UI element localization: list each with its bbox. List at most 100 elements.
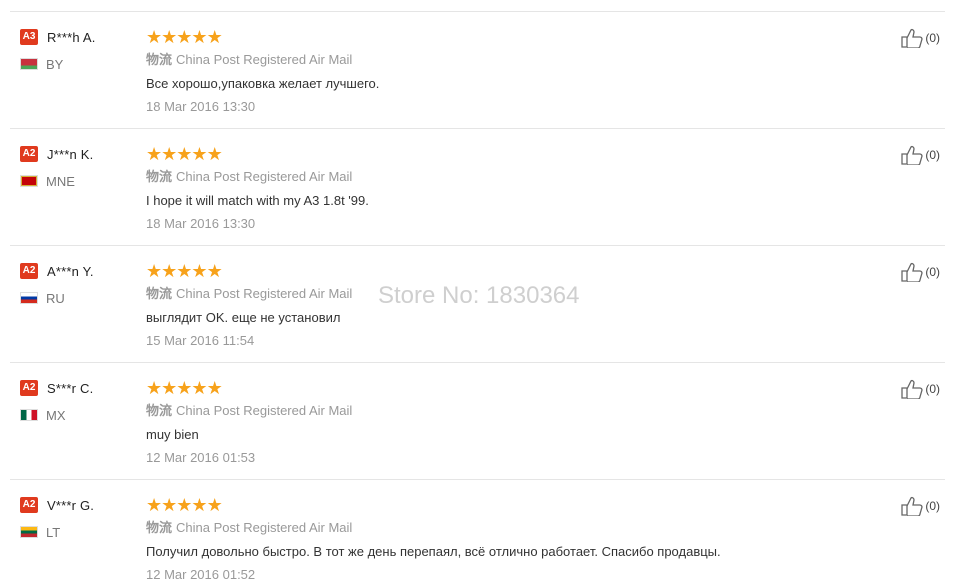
helpful-count: (0) xyxy=(925,265,940,279)
logistics-method: China Post Registered Air Mail xyxy=(176,403,353,418)
star-rating: ★ ★ ★ ★ ★ xyxy=(146,28,886,46)
star-rating: ★ ★ ★ ★ ★ xyxy=(146,145,886,163)
star-icon: ★ xyxy=(176,378,192,398)
logistics-method: China Post Registered Air Mail xyxy=(176,520,353,535)
review-date: 12 Mar 2016 01:52 xyxy=(146,567,256,582)
reviewer-name: A***n Y. xyxy=(47,263,94,279)
country-code: BY xyxy=(46,56,64,72)
reviewer-info: A3 R***h A. BY xyxy=(20,28,140,73)
star-icon: ★ xyxy=(161,261,177,281)
star-icon: ★ xyxy=(146,144,162,164)
logistics-method: China Post Registered Air Mail xyxy=(176,286,353,301)
reviewer-name: S***r C. xyxy=(47,380,94,396)
helpful-button[interactable]: (0) xyxy=(901,28,940,48)
star-rating: ★ ★ ★ ★ ★ xyxy=(146,496,886,514)
logistics-label: 物流 xyxy=(146,403,173,418)
country-flag-icon xyxy=(20,409,38,421)
star-icon: ★ xyxy=(176,495,192,515)
star-icon: ★ xyxy=(206,378,223,398)
helpful-button[interactable]: (0) xyxy=(901,496,940,516)
logistics-info: 物流 China Post Registered Air Mail xyxy=(146,168,886,186)
star-icon: ★ xyxy=(191,495,207,515)
star-icon: ★ xyxy=(146,27,162,47)
reviewer-info: A2 V***r G. LT xyxy=(20,496,140,541)
country-flag-icon xyxy=(20,292,38,304)
reviewer-info: A2 A***n Y. RU xyxy=(20,262,140,307)
star-icon: ★ xyxy=(146,261,162,281)
reviewer-info: A2 J***n K. MNE xyxy=(20,145,140,190)
review-date: 18 Mar 2016 13:30 xyxy=(146,99,256,114)
review-date: 12 Mar 2016 01:53 xyxy=(146,450,256,465)
star-rating: ★ ★ ★ ★ ★ xyxy=(146,379,886,397)
feedback-text: muy bien xyxy=(146,427,199,442)
buyer-level-badge: A2 xyxy=(20,380,38,396)
logistics-label: 物流 xyxy=(146,286,173,301)
country-code: MNE xyxy=(46,173,75,189)
logistics-method: China Post Registered Air Mail xyxy=(176,169,353,184)
star-icon: ★ xyxy=(161,495,177,515)
buyer-level-badge: A3 xyxy=(20,29,38,45)
star-icon: ★ xyxy=(161,378,177,398)
star-icon: ★ xyxy=(191,378,207,398)
helpful-button[interactable]: (0) xyxy=(901,379,940,399)
country-code: RU xyxy=(46,290,65,306)
thumbs-up-icon[interactable] xyxy=(901,496,923,516)
review-date: 15 Mar 2016 11:54 xyxy=(146,333,255,348)
feedback-text: Получил довольно быстро. В тот же день п… xyxy=(146,544,721,559)
star-icon: ★ xyxy=(146,378,162,398)
review-date: 18 Mar 2016 13:30 xyxy=(146,216,256,231)
buyer-level-badge: A2 xyxy=(20,146,38,162)
star-icon: ★ xyxy=(191,144,207,164)
country-flag-icon xyxy=(20,526,38,538)
review-body: ★ ★ ★ ★ ★ 物流 China Post Registered Air Mail П… xyxy=(146,496,886,584)
star-icon: ★ xyxy=(176,144,192,164)
helpful-button[interactable]: (0) xyxy=(901,262,940,282)
buyer-level-badge: A2 xyxy=(20,263,38,279)
feedback-text: Все хорошо,упаковка желает лучшего. xyxy=(146,76,380,91)
thumbs-up-icon[interactable] xyxy=(901,145,923,165)
logistics-info: 物流 China Post Registered Air Mail xyxy=(146,402,886,420)
thumbs-up-icon[interactable] xyxy=(901,28,923,48)
feedback-text: I hope it will match with my A3 1.8t '99… xyxy=(146,193,369,208)
review-body: ★ ★ ★ ★ ★ 物流 China Post Registered Air Mail В… xyxy=(146,28,886,116)
star-icon: ★ xyxy=(146,495,162,515)
country-flag-icon xyxy=(20,175,38,187)
star-icon: ★ xyxy=(191,27,207,47)
review-item: A2 J***n K. MNE ★ ★ ★ ★ ★ 物流 China Post Regis… xyxy=(10,129,945,246)
store-watermark: Store No: 1830364 xyxy=(378,282,580,309)
star-icon: ★ xyxy=(161,144,177,164)
star-icon: ★ xyxy=(206,144,223,164)
buyer-level-badge: A2 xyxy=(20,497,38,513)
feedback-text: выглядит OK. еще не установил xyxy=(146,310,341,325)
review-body: ★ ★ ★ ★ ★ 物流 China Post Registered Air Mail m… xyxy=(146,379,886,467)
logistics-label: 物流 xyxy=(146,520,173,535)
star-icon: ★ xyxy=(191,261,207,281)
star-icon: ★ xyxy=(176,27,192,47)
star-icon: ★ xyxy=(176,261,192,281)
thumbs-up-icon[interactable] xyxy=(901,262,923,282)
logistics-info: 物流 China Post Registered Air Mail xyxy=(146,51,886,69)
review-item: A2 S***r C. MX ★ ★ ★ ★ ★ 物流 China Post Regist… xyxy=(10,363,945,480)
review-item: A2 V***r G. LT ★ ★ ★ ★ ★ 物流 China Post Regist… xyxy=(10,480,945,588)
country-code: MX xyxy=(46,407,66,423)
thumbs-up-icon[interactable] xyxy=(901,379,923,399)
review-body: ★ ★ ★ ★ ★ 物流 China Post Registered Air Mail I… xyxy=(146,145,886,233)
review-item: A3 R***h A. BY ★ ★ ★ ★ ★ 物流 China Post Regist… xyxy=(10,12,945,129)
feedback-list: A3 R***h A. BY ★ ★ ★ ★ ★ 物流 China Post Regist… xyxy=(0,0,967,588)
country-code: LT xyxy=(46,524,61,540)
logistics-info: 物流 China Post Registered Air Mail xyxy=(146,519,886,537)
star-icon: ★ xyxy=(206,495,223,515)
star-icon: ★ xyxy=(206,261,223,281)
reviewer-info: A2 S***r C. MX xyxy=(20,379,140,424)
star-icon: ★ xyxy=(161,27,177,47)
logistics-label: 物流 xyxy=(146,169,173,184)
star-rating: ★ ★ ★ ★ ★ xyxy=(146,262,886,280)
helpful-count: (0) xyxy=(925,499,940,513)
helpful-count: (0) xyxy=(925,31,940,45)
helpful-count: (0) xyxy=(925,382,940,396)
helpful-button[interactable]: (0) xyxy=(901,145,940,165)
reviewer-name: J***n K. xyxy=(47,146,94,162)
logistics-method: China Post Registered Air Mail xyxy=(176,52,353,67)
country-flag-icon xyxy=(20,58,38,70)
reviewer-name: R***h A. xyxy=(47,29,96,45)
